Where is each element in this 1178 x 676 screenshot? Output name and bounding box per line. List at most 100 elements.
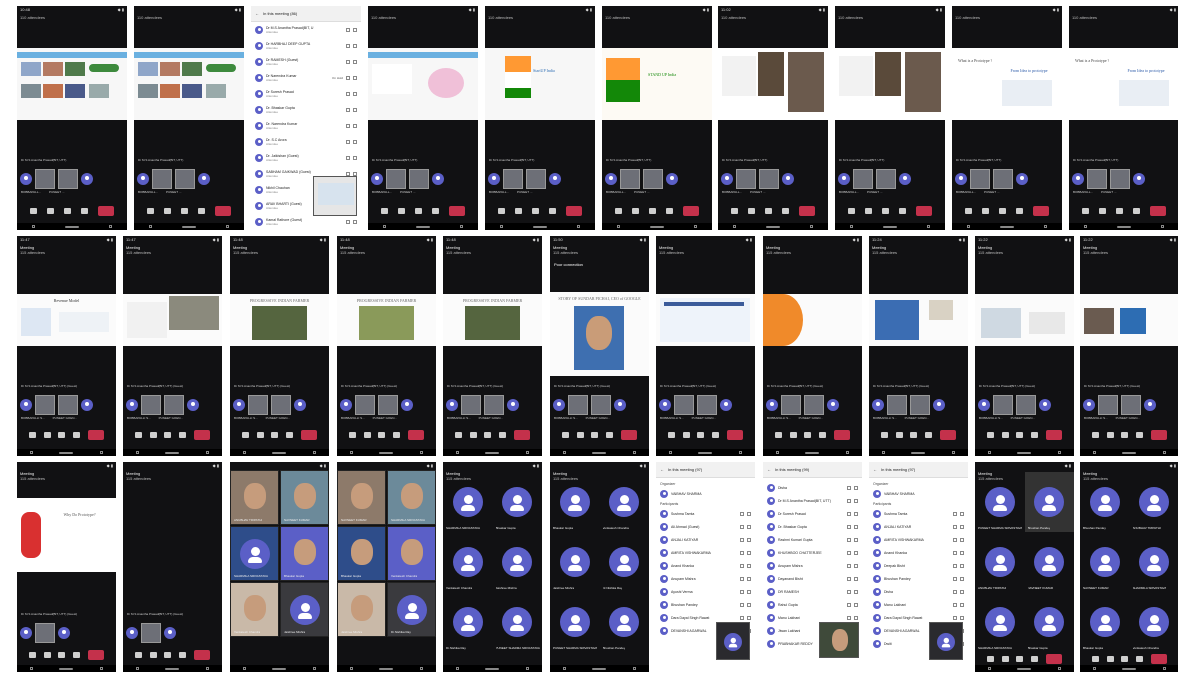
list-item[interactable]: Dr Narendra Kumar Attendee On Hold <box>255 72 357 84</box>
back-icon[interactable]: ← <box>660 467 664 472</box>
recents-icon[interactable] <box>694 225 697 228</box>
mic-icon[interactable] <box>854 577 858 581</box>
more-icon[interactable] <box>666 208 673 214</box>
home-icon[interactable] <box>592 667 607 670</box>
speaker-icon[interactable] <box>181 208 188 214</box>
speaker-icon[interactable] <box>697 432 705 438</box>
recents-icon[interactable] <box>525 667 529 670</box>
mic-icon[interactable] <box>854 525 858 529</box>
video-icon[interactable] <box>740 577 744 581</box>
mic-icon[interactable] <box>353 220 357 224</box>
mic-icon[interactable] <box>854 603 858 607</box>
speaker-icon[interactable] <box>484 432 492 438</box>
mic-icon[interactable] <box>854 486 858 490</box>
recents-icon[interactable] <box>927 225 930 228</box>
camera-icon[interactable] <box>454 432 462 438</box>
home-icon[interactable] <box>650 225 664 228</box>
mic-icon[interactable] <box>960 512 964 516</box>
mic-icon[interactable] <box>353 92 357 96</box>
more-icon[interactable] <box>73 652 81 658</box>
video-icon[interactable] <box>346 60 350 64</box>
home-icon[interactable] <box>883 225 897 228</box>
speaker-icon[interactable] <box>415 208 422 214</box>
mic-icon[interactable] <box>353 156 357 160</box>
camera-icon[interactable] <box>848 208 855 214</box>
hangup-button[interactable] <box>98 206 114 216</box>
mic-icon[interactable] <box>1106 656 1114 662</box>
hangup-button[interactable] <box>1150 206 1166 216</box>
speaker-icon[interactable] <box>1121 432 1129 438</box>
list-item[interactable]: Ali Ahmad (Guest) <box>660 521 751 533</box>
camera-icon[interactable] <box>241 432 249 438</box>
video-icon[interactable] <box>346 44 350 48</box>
video-icon[interactable] <box>346 140 350 144</box>
video-icon[interactable] <box>847 538 851 542</box>
video-icon[interactable] <box>953 590 957 594</box>
more-icon[interactable] <box>286 432 294 438</box>
mic-icon[interactable] <box>960 590 964 594</box>
back-icon[interactable]: ← <box>767 467 771 472</box>
mic-icon[interactable] <box>747 525 751 529</box>
speaker-icon[interactable] <box>999 208 1006 214</box>
video-icon[interactable] <box>847 499 851 503</box>
video-icon[interactable] <box>953 538 957 542</box>
mic-icon[interactable] <box>960 538 964 542</box>
mic-icon[interactable] <box>960 551 964 555</box>
list-item[interactable]: Dr. Bhaskar Gupta <box>767 521 858 533</box>
home-icon[interactable] <box>1122 451 1137 454</box>
mic-icon[interactable] <box>960 616 964 620</box>
more-icon[interactable] <box>712 432 720 438</box>
video-icon[interactable] <box>346 124 350 128</box>
more-icon[interactable] <box>819 432 827 438</box>
mic-icon[interactable] <box>854 564 858 568</box>
home-icon[interactable] <box>416 225 430 228</box>
camera-icon[interactable] <box>28 432 36 438</box>
list-item[interactable]: Bhushan Pandey <box>873 573 964 585</box>
home-icon[interactable] <box>485 451 500 454</box>
hangup-button[interactable] <box>194 430 211 440</box>
video-icon[interactable] <box>953 512 957 516</box>
more-icon[interactable] <box>925 432 933 438</box>
list-item[interactable]: Anand Khanka <box>873 547 964 559</box>
mic-icon[interactable] <box>149 432 157 438</box>
mic-icon[interactable] <box>353 108 357 112</box>
speaker-icon[interactable] <box>271 432 279 438</box>
home-icon[interactable] <box>1000 225 1014 228</box>
mic-icon[interactable] <box>353 140 357 144</box>
mic-icon[interactable] <box>960 603 964 607</box>
back-icon[interactable] <box>350 667 354 670</box>
recents-icon[interactable] <box>632 667 636 670</box>
hangup-button[interactable] <box>1046 654 1063 664</box>
speaker-icon[interactable] <box>58 432 66 438</box>
back-icon[interactable] <box>136 451 140 454</box>
recents-icon[interactable] <box>109 225 112 228</box>
home-icon[interactable] <box>592 451 607 454</box>
hangup-button[interactable] <box>727 430 744 440</box>
more-icon[interactable] <box>1031 656 1039 662</box>
mic-icon[interactable] <box>865 208 872 214</box>
mic-icon[interactable] <box>960 564 964 568</box>
list-item[interactable]: Rashmi Kumari Gupta <box>767 534 858 546</box>
mic-icon[interactable] <box>1001 432 1009 438</box>
home-icon[interactable] <box>766 225 780 228</box>
more-icon[interactable] <box>432 208 439 214</box>
mic-icon[interactable] <box>1099 208 1106 214</box>
hangup-button[interactable] <box>1033 206 1049 216</box>
recents-icon[interactable] <box>845 451 849 454</box>
list-item[interactable]: AMRITA VISHWAKARMA <box>660 547 751 559</box>
home-icon[interactable] <box>698 451 713 454</box>
back-icon[interactable]: ← <box>873 467 877 472</box>
list-item[interactable]: Sushma Tamta <box>873 508 964 520</box>
back-icon[interactable] <box>149 225 152 228</box>
home-icon[interactable] <box>59 667 74 670</box>
back-icon[interactable] <box>563 667 567 670</box>
more-icon[interactable] <box>1031 432 1039 438</box>
recents-icon[interactable] <box>460 225 463 228</box>
list-item[interactable]: ANJALI KATIYAR <box>873 521 964 533</box>
recents-icon[interactable] <box>419 451 423 454</box>
camera-icon[interactable] <box>731 208 738 214</box>
speaker-icon[interactable] <box>532 208 539 214</box>
mic-icon[interactable] <box>353 76 357 80</box>
list-item[interactable]: Dayanand Bisht <box>767 573 858 585</box>
mic-icon[interactable] <box>469 432 477 438</box>
